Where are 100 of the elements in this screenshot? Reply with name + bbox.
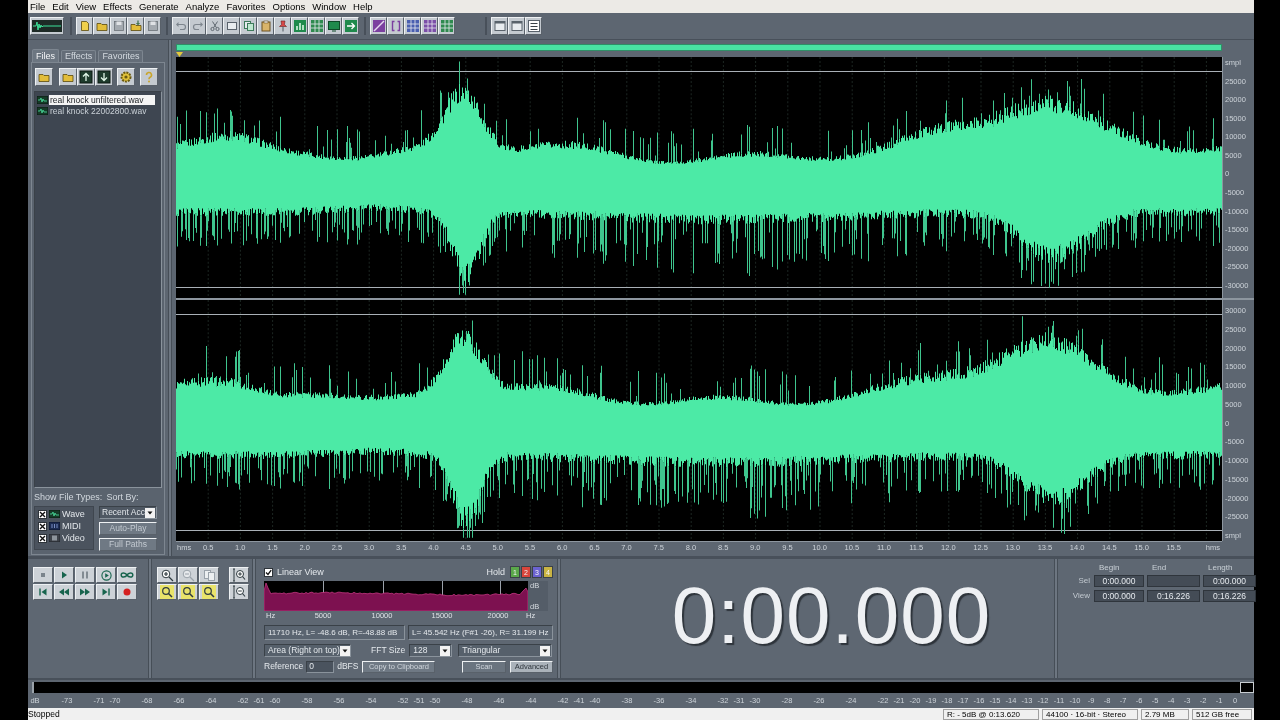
file-type-label: Video xyxy=(62,533,85,543)
time-field[interactable] xyxy=(1147,575,1200,587)
panel-button[interactable] xyxy=(117,68,135,86)
grid-icon xyxy=(310,20,323,32)
time-field[interactable]: 0:00.000 xyxy=(1203,575,1256,587)
zoom-out-button[interactable] xyxy=(178,567,198,583)
menu-item[interactable]: Options xyxy=(272,1,306,12)
panel-tab[interactable]: Files xyxy=(32,49,59,62)
zoom-left-button[interactable] xyxy=(178,584,198,600)
toolbar-button[interactable] xyxy=(525,17,542,35)
list-item[interactable]: real knock 22002800.wav xyxy=(49,106,148,116)
reference-label: Reference xyxy=(264,662,304,671)
grid-icon xyxy=(440,20,453,32)
status-cell: 2.79 MB xyxy=(1141,708,1189,720)
time-field[interactable]: 0:00.000 xyxy=(1094,590,1144,602)
unit-label: dBFS xyxy=(337,662,359,671)
window-dropdown[interactable]: Triangular xyxy=(458,644,553,657)
status-cell: R: - 5dB @ 0:13.620 xyxy=(943,708,1039,720)
clipboard-icon xyxy=(259,20,272,32)
fft-size-dropdown[interactable]: 128 xyxy=(409,644,453,657)
play-looped-button[interactable] xyxy=(96,567,116,583)
waveform-icon xyxy=(32,20,62,32)
grid-icon xyxy=(406,20,419,32)
skip-forward-button[interactable] xyxy=(96,584,116,600)
status-cell: 512 GB free xyxy=(1192,708,1252,720)
menu-item[interactable]: View xyxy=(75,1,97,12)
checkbox[interactable] xyxy=(38,533,47,543)
reference-field[interactable]: 0 xyxy=(306,660,335,673)
time-field[interactable]: 0:00.000 xyxy=(1094,575,1144,587)
bar-chart-icon xyxy=(293,20,306,32)
time-field[interactable]: 0:16.226 xyxy=(1147,590,1200,602)
grid-icon xyxy=(423,20,436,32)
menu-item[interactable]: Edit xyxy=(52,1,69,12)
loop-button[interactable] xyxy=(117,567,137,583)
menu-item[interactable]: File xyxy=(30,1,46,12)
zoom-in-button[interactable] xyxy=(157,567,177,583)
skip-back-button[interactable] xyxy=(33,584,53,600)
record-button[interactable] xyxy=(117,584,137,600)
panel-button[interactable] xyxy=(95,68,113,86)
list-item[interactable]: real knock unfiltered.wav xyxy=(49,95,155,105)
menu-item[interactable]: Effects xyxy=(103,1,132,12)
pages-icon xyxy=(202,568,216,582)
rewind-icon xyxy=(58,587,70,597)
row-label: Sel xyxy=(1077,577,1091,585)
readout-field: L= 45.542 Hz (F#1 -26), R= 31.199 Hz xyxy=(408,625,553,640)
zoom-in-icon xyxy=(160,568,174,582)
slope-icon xyxy=(372,20,385,32)
status-cell: 44100 · 16-bit · Stereo xyxy=(1042,708,1138,720)
time-field[interactable]: 0:16.226 xyxy=(1203,590,1256,602)
arrow-down-icon xyxy=(97,70,111,84)
menu-item[interactable]: Analyze xyxy=(185,1,220,12)
show-file-types-label: Show File Types: xyxy=(34,490,103,504)
panel-tab[interactable]: Favorites xyxy=(98,50,144,62)
play-button[interactable] xyxy=(54,567,74,583)
stop-button[interactable] xyxy=(33,567,53,583)
menu-item[interactable]: Help xyxy=(353,1,373,12)
menu-item[interactable]: Generate xyxy=(139,1,179,12)
menu-item[interactable]: Window xyxy=(312,1,347,12)
window-icon xyxy=(510,20,523,32)
magnifier-icon xyxy=(181,585,195,599)
play-icon xyxy=(59,570,69,580)
vertical-zoom-in-button[interactable] xyxy=(229,567,249,583)
toolbar-button[interactable] xyxy=(30,17,64,35)
list-icon xyxy=(527,20,540,32)
column-header: Begin xyxy=(1098,564,1121,572)
checkbox[interactable] xyxy=(38,521,47,531)
rewind-button[interactable] xyxy=(54,584,74,600)
frame-icon xyxy=(225,20,238,32)
status-text: Stopped xyxy=(28,709,60,719)
readout-field: 11710 Hz, L= -48.6 dB, R=-48.88 dB xyxy=(264,625,405,640)
zoom-full-button[interactable] xyxy=(199,567,219,583)
sort-by-label: Sort By: xyxy=(106,490,139,504)
panel-tab[interactable]: Effects xyxy=(61,50,97,62)
caret-icon xyxy=(440,645,451,656)
copy-icon xyxy=(242,20,255,32)
fast-forward-button[interactable] xyxy=(75,584,95,600)
redo-icon xyxy=(191,20,204,32)
record-icon xyxy=(123,588,131,596)
checkbox[interactable] xyxy=(38,509,47,519)
column-header: End xyxy=(1151,564,1168,572)
display-mode-dropdown[interactable]: Area (Right on top) xyxy=(264,644,351,657)
checkbox[interactable] xyxy=(264,567,273,577)
infinity-icon xyxy=(120,571,134,579)
toolbar-button[interactable] xyxy=(370,17,387,35)
peak-indicator xyxy=(1240,682,1254,693)
zoom-selection-button[interactable] xyxy=(157,584,177,600)
folder-icon xyxy=(62,71,74,83)
arrow-icon xyxy=(344,20,357,32)
caret-icon xyxy=(145,507,155,518)
vertical-zoom-out-button[interactable] xyxy=(229,584,249,600)
panel-button[interactable] xyxy=(77,68,95,86)
toolbar-button[interactable] xyxy=(325,17,342,35)
bracket-icon xyxy=(389,20,402,32)
toolbar-button[interactable] xyxy=(387,17,404,35)
caret-icon xyxy=(339,645,350,656)
menu-item[interactable]: Favorites xyxy=(226,1,266,12)
monitor-icon xyxy=(327,20,340,32)
pause-button[interactable] xyxy=(75,567,95,583)
sort-dropdown[interactable]: Recent Acc xyxy=(99,506,157,519)
zoom-right-button[interactable] xyxy=(199,584,219,600)
